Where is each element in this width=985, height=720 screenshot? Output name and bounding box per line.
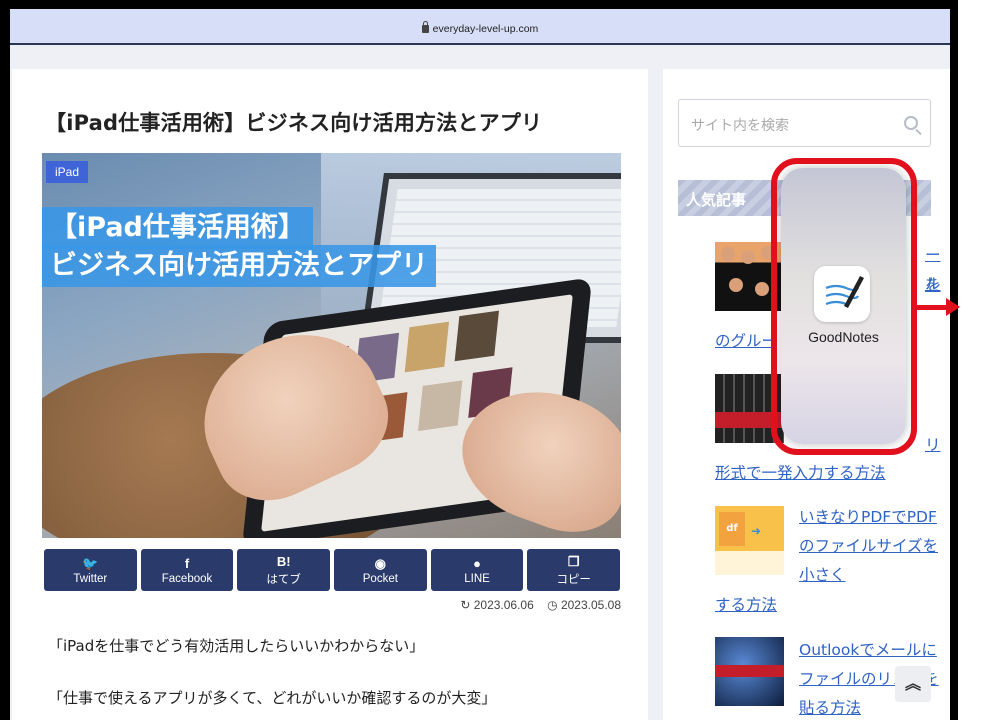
lock-icon (421, 21, 429, 33)
popular-post-link[interactable]: リ (925, 431, 941, 460)
share-facebook-button[interactable]: f Facebook (140, 549, 234, 591)
published-date: ◷ 2023.05.08 (547, 598, 621, 612)
copy-icon: ❐ (567, 553, 580, 569)
banner-line-1: 【iPad仕事活用術】 (42, 207, 313, 249)
article-paragraph: 「仕事で使えるアプリが多くて、どれがいいか確認するのが大変」 (48, 689, 497, 707)
address-bar[interactable]: everyday-level-up.com (10, 9, 950, 45)
hatena-icon: B! (276, 553, 291, 569)
arrow-right-icon (912, 305, 948, 310)
search-placeholder: サイト内を検索 (691, 118, 789, 134)
facebook-icon: f (184, 555, 190, 571)
popular-post-link[interactable]: する方法 (715, 591, 777, 620)
article-column: 【iPad仕事活用術】ビジネス向け活用方法とアプリ iPad 【iPad仕事活用… (12, 69, 648, 720)
popular-post-link[interactable]: のグルー (715, 327, 777, 356)
updated-date: ↻ 2023.06.06 (460, 598, 534, 612)
share-hatena-button[interactable]: B! はてブ (237, 549, 331, 591)
search-input[interactable]: サイト内を検索 (678, 99, 931, 147)
url-display[interactable]: everyday-level-up.com (10, 21, 950, 35)
popular-post-link[interactable]: いきなりPDFでPDFのファイルサイズを小さく (799, 503, 939, 590)
pdf-file-icon: df (719, 512, 745, 546)
arrow-right-icon: ➜ (751, 524, 762, 538)
share-twitter-button[interactable]: 🐦 Twitter (44, 549, 137, 591)
eyecatch-image[interactable]: iPad 【iPad仕事活用術】 ビジネス向け活用方法とアプリ (42, 153, 621, 538)
search-icon[interactable] (904, 116, 918, 130)
banner-line-2: ビジネス向け活用方法とアプリ (42, 245, 436, 287)
twitter-icon: 🐦 (82, 555, 99, 571)
popular-post-thumbnail[interactable] (715, 637, 784, 706)
arrow-head-icon (946, 298, 960, 316)
share-buttons: 🐦 Twitter f Facebook B! はてブ ◉ Pocket ● L… (44, 549, 621, 591)
highlight-frame (771, 158, 917, 455)
share-line-button[interactable]: ● LINE (430, 549, 524, 591)
pocket-icon: ◉ (374, 555, 387, 571)
copy-link-button[interactable]: ❐ コピー (527, 549, 621, 591)
post-dates: ↻ 2023.06.06 ◷ 2023.05.08 (450, 598, 621, 612)
url-text: everyday-level-up.com (432, 23, 539, 35)
share-pocket-button[interactable]: ◉ Pocket (334, 549, 427, 591)
popular-post-thumbnail[interactable]: df ➜ (715, 506, 784, 575)
category-badge[interactable]: iPad (46, 161, 89, 183)
chevron-up-icon: ︽ (904, 674, 921, 693)
article-paragraph: 「iPadを仕事でどう有効活用したらいいかわからない」 (48, 637, 425, 655)
popular-post-link[interactable]: 形式で一発入力する方法 (715, 459, 886, 488)
scroll-to-top-button[interactable]: ︽ (895, 666, 931, 702)
line-icon: ● (473, 555, 481, 571)
popular-post-link[interactable]: を (925, 271, 941, 300)
page-title: 【iPad仕事活用術】ビジネス向け活用方法とアプリ (45, 111, 543, 135)
